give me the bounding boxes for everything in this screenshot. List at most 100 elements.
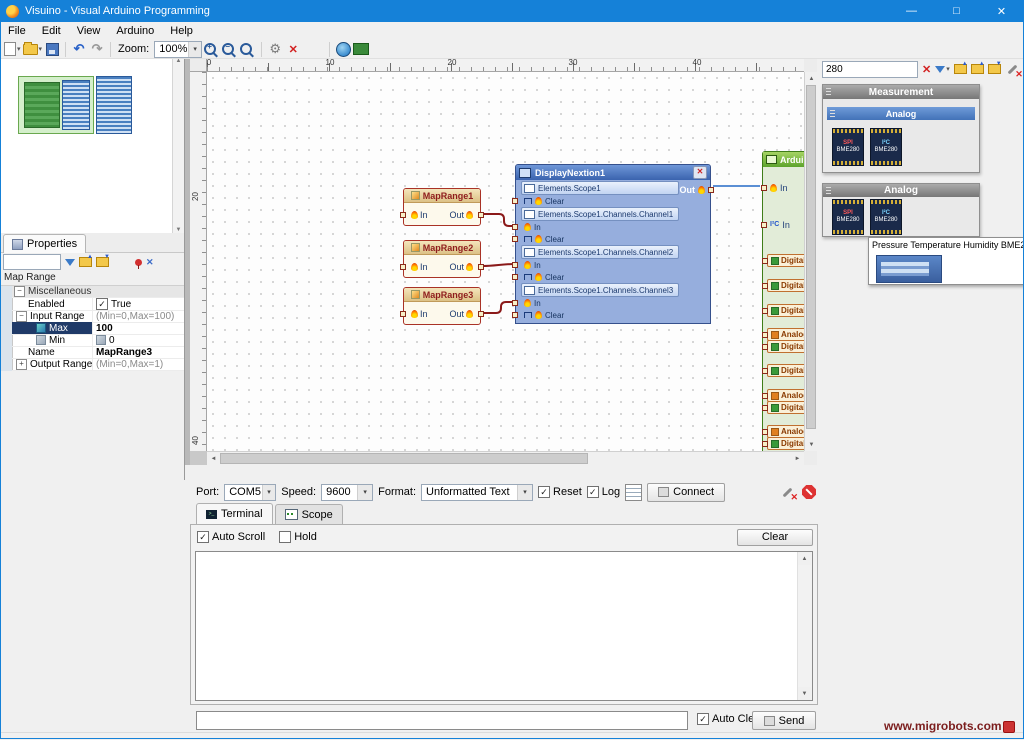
panel-subheader[interactable]: Analog (827, 107, 975, 120)
input-pin[interactable] (512, 312, 518, 318)
tab-properties[interactable]: Properties (3, 234, 86, 253)
input-pin[interactable] (512, 262, 518, 268)
log-file-icon[interactable] (625, 484, 642, 501)
menu-view[interactable]: View (69, 23, 109, 39)
display-pin-in[interactable]: In (516, 297, 710, 309)
display-element[interactable]: Elements.Scope1 (521, 181, 679, 195)
component-maprange3[interactable]: MapRange3 In Out (403, 287, 481, 325)
vertical-scrollbar[interactable]: ▲ ▼ (804, 72, 817, 451)
filter-dropdown-icon[interactable]: ▾ (935, 65, 950, 73)
arduino-channel-digital[interactable]: Digital (767, 437, 804, 450)
expand-categories-icon[interactable]: ▲ (971, 64, 984, 74)
display-pin-clear[interactable]: Clear (516, 195, 710, 207)
input-pin[interactable] (400, 311, 406, 317)
arduino-channel-digital[interactable]: Digital (767, 254, 804, 267)
collapse-icon[interactable]: − (14, 286, 25, 297)
channel-pin[interactable] (762, 368, 768, 374)
property-category-row[interactable]: − Miscellaneous (12, 286, 184, 298)
input-pin[interactable] (761, 222, 767, 228)
log-checkbox[interactable]: ✓Log (587, 486, 620, 498)
input-pin[interactable] (761, 185, 767, 191)
format-select[interactable]: Unformatted Text▾ (421, 484, 533, 501)
save-icon[interactable] (44, 41, 60, 58)
output-pin[interactable] (478, 311, 484, 317)
settings-gear-icon[interactable]: ⚙ (267, 41, 283, 58)
component-maprange1[interactable]: MapRange1 In Out (403, 188, 481, 226)
checkbox-checked[interactable]: ✓ (587, 486, 599, 498)
zoom-select[interactable]: 100% ▾ (154, 41, 202, 58)
clear-search-icon[interactable]: ✕ (922, 63, 931, 76)
pin-icon[interactable] (135, 259, 142, 266)
display-pin-in[interactable]: In (516, 221, 710, 233)
minimize-button[interactable]: — (889, 0, 934, 22)
web-globe-icon[interactable] (335, 41, 351, 58)
arduino-channel-digital[interactable]: Digital (767, 279, 804, 292)
zoom-fit-icon[interactable] (240, 41, 256, 58)
panel-header[interactable]: Measurement (823, 85, 979, 99)
new-file-icon[interactable]: ▾ (4, 41, 21, 58)
display-element[interactable]: Elements.Scope1.Channels.Channel2 (521, 245, 679, 259)
channel-pin[interactable] (762, 344, 768, 350)
hold-checkbox[interactable]: Hold (279, 531, 317, 543)
palette-tools-icon[interactable]: ✕ (1005, 61, 1021, 77)
output-pin[interactable] (478, 212, 484, 218)
send-button[interactable]: Send (752, 711, 816, 730)
zoom-in-icon[interactable]: + (204, 41, 220, 58)
arduino-channel-digital[interactable]: Digital (767, 304, 804, 317)
display-pin-clear[interactable]: Clear (516, 271, 710, 283)
channel-pin[interactable] (762, 429, 768, 435)
checkbox-unchecked[interactable] (279, 531, 291, 543)
property-filter-input[interactable] (3, 254, 61, 270)
redo-icon[interactable]: ↷ (89, 41, 105, 58)
board-select-icon[interactable] (353, 41, 369, 58)
menu-file[interactable]: File (0, 23, 34, 39)
filter-icon[interactable] (65, 259, 75, 266)
new-folder-icon[interactable]: ▲ (954, 64, 967, 74)
component-bme280-spi[interactable]: SPI BME280 (832, 128, 864, 166)
arduino-channel-digital[interactable]: Digital (767, 340, 804, 353)
close-panel-icon[interactable]: ✕ (146, 257, 154, 268)
scroll-right-icon[interactable]: ► (791, 452, 804, 465)
menu-edit[interactable]: Edit (34, 23, 69, 39)
property-row-output-range[interactable]: +Output Range (Min=0,Max=1) (12, 358, 184, 371)
input-pin[interactable] (512, 236, 518, 242)
palette-panel-analog[interactable]: Analog SPI BME280 I²C BME280 (822, 183, 980, 237)
channel-pin[interactable] (762, 441, 768, 447)
component-arduino[interactable]: Arduino In I²CIn Digital Digital Digital… (762, 151, 804, 451)
connect-button[interactable]: Connect (647, 483, 725, 502)
close-icon[interactable]: ✕ (693, 166, 707, 179)
input-pin[interactable] (512, 224, 518, 230)
port-select[interactable]: COM5▾ (224, 484, 276, 501)
channel-pin[interactable] (762, 283, 768, 289)
palette-panel-measurement[interactable]: Measurement Analog SPI BME280 I²C BME280 (822, 84, 980, 173)
output-pin[interactable] (708, 187, 714, 193)
auto-scroll-checkbox[interactable]: ✓Auto Scroll (197, 531, 265, 543)
design-canvas[interactable]: MapRange1 In Out MapRange2 In Out (207, 72, 804, 451)
reset-checkbox[interactable]: ✓Reset (538, 486, 582, 498)
arduino-channel-digital[interactable]: Digital (767, 364, 804, 377)
display-pin-clear[interactable]: Clear (516, 233, 710, 245)
scroll-thumb[interactable] (806, 85, 816, 429)
display-pin-in[interactable]: In (516, 259, 710, 271)
component-bme280-i2c[interactable]: I²C BME280 (870, 199, 902, 235)
channel-pin[interactable] (762, 308, 768, 314)
display-element[interactable]: Elements.Scope1.Channels.Channel3 (521, 283, 679, 297)
disconnect-stop-icon[interactable] (802, 485, 816, 499)
expand-all-icon[interactable]: ▲ (79, 257, 92, 267)
settings-tools-icon[interactable]: ✕ (780, 484, 796, 500)
checkbox-checked[interactable]: ✓ (538, 486, 550, 498)
scroll-left-icon[interactable]: ◄ (207, 452, 220, 465)
display-out-pin[interactable]: Out (680, 185, 710, 195)
component-displaynextion1[interactable]: DisplayNextion1 ✕ Out Elements.Scope1 Cl… (515, 164, 711, 324)
horizontal-scrollbar[interactable]: ◄ ► (207, 451, 804, 465)
scroll-thumb[interactable] (220, 453, 588, 464)
checkbox-checked[interactable]: ✓ (197, 531, 209, 543)
collapse-all-icon[interactable]: ▼ (96, 257, 109, 267)
input-pin[interactable] (400, 212, 406, 218)
input-pin[interactable] (400, 264, 406, 270)
close-button[interactable]: ✕ (979, 0, 1024, 22)
checkbox-checked[interactable]: ✓ (697, 713, 709, 725)
send-message-input[interactable] (196, 711, 688, 730)
terminal-scrollbar[interactable]: ▲ ▼ (797, 552, 812, 700)
collapse-icon[interactable]: − (16, 311, 27, 322)
